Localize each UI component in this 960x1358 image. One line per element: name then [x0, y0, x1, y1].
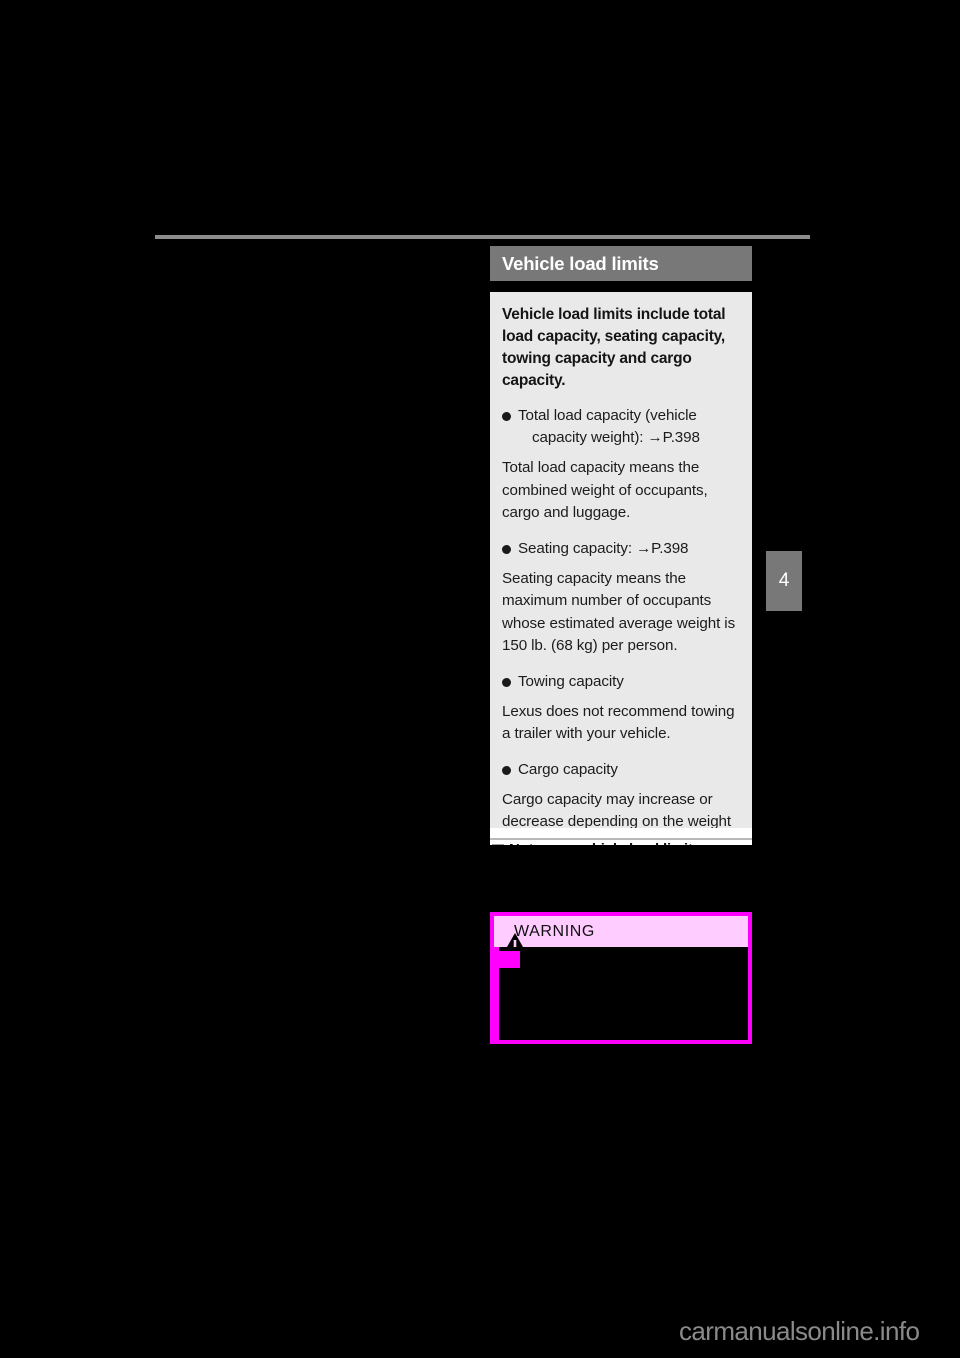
- header-rule: [155, 235, 810, 239]
- bullet-dot-icon: [502, 677, 511, 687]
- list-item-body: Total load capacity means the combined w…: [502, 459, 708, 521]
- warning-callout: WARNING: [490, 912, 752, 1044]
- warning-header: WARNING: [494, 916, 748, 954]
- section-content-box: Vehicle load limits include total load c…: [490, 292, 752, 870]
- section-lead-text: Vehicle load limits include total load c…: [502, 306, 726, 389]
- site-watermark: carmanualsonline.info: [679, 1316, 920, 1346]
- warning-body-masked: [494, 947, 748, 1040]
- bullet-dot-icon: [502, 765, 511, 775]
- list-item-label-line1: Total load capacity (vehicle: [518, 407, 697, 424]
- section-title-bar: Vehicle load limits: [490, 246, 752, 281]
- chapter-number: 4: [778, 570, 790, 591]
- right-column: Vehicle load limits Vehicle load limits …: [490, 246, 752, 870]
- list-item-label: Total load capacity (vehicle capacity we…: [518, 405, 700, 449]
- list-item-label: Cargo capacity: [518, 760, 618, 778]
- page-title: Vehicle load limits: [502, 252, 659, 274]
- chapter-number-tab: 4: [766, 551, 802, 611]
- bullet-dot-icon: [502, 412, 511, 421]
- list-item: Total load capacity (vehicle capacity we…: [502, 405, 740, 449]
- content-mask-overlay: [490, 845, 752, 905]
- list-item: Seating capacity: →P.398: [502, 538, 740, 560]
- list-item-body: Lexus does not recommend towing a traile…: [502, 702, 735, 743]
- list-item: Towing capacity: [502, 671, 740, 693]
- warning-body-bullet: [494, 951, 520, 968]
- list-item: Cargo capacity: [502, 759, 740, 781]
- subsection-divider: [490, 838, 752, 840]
- bullet-dot-icon: [502, 544, 511, 554]
- list-item-label-line2: capacity weight): →P.398: [532, 429, 700, 446]
- list-item-label: Seating capacity: →P.398: [518, 539, 689, 557]
- list-item-body: Seating capacity means the maximum numbe…: [502, 569, 736, 655]
- list-item-label: Towing capacity: [518, 672, 624, 690]
- manual-page: 4 Vehicle load limits Vehicle load limit…: [0, 0, 960, 1358]
